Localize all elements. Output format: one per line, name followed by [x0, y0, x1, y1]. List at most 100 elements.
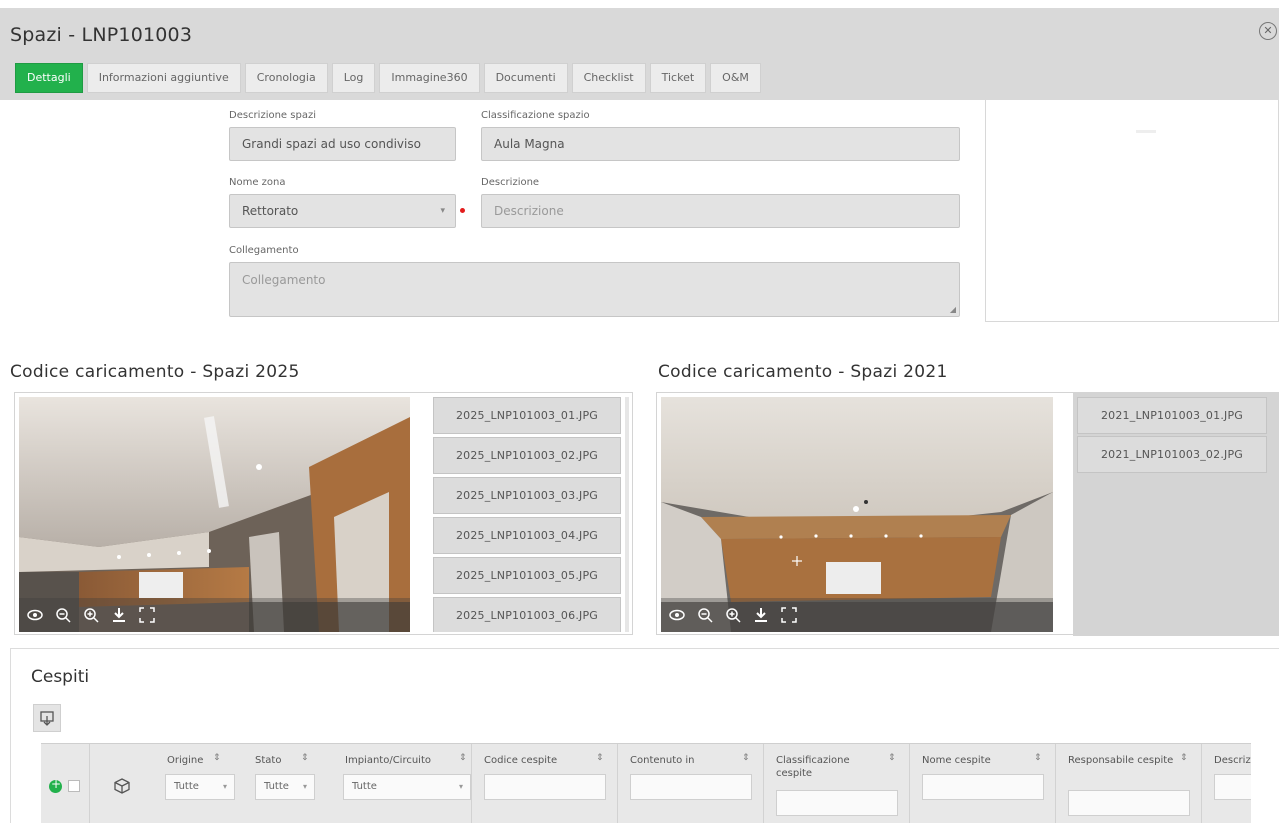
gallery-2025: 2025_LNP101003_01.JPG 2025_LNP101003_02.… — [14, 392, 633, 635]
sort-icon[interactable]: ⇕ — [742, 753, 750, 763]
column-impianto: Impianto/Circuito ⇕ Tutte ▾ — [329, 744, 471, 823]
nome-zona-select[interactable]: Rettorato ▾ — [229, 194, 456, 228]
auditorium-photo-2021 — [661, 397, 1053, 632]
chevron-down-icon: ▾ — [222, 782, 227, 791]
sort-icon[interactable]: ⇕ — [888, 753, 896, 763]
descrizione-spazi-field[interactable]: Grandi spazi ad uso condiviso — [229, 127, 456, 161]
file-item[interactable]: 2025_LNP101003_05.JPG — [433, 557, 621, 594]
cespiti-table-header: Origine ⇕ Tutte▾ Stato ⇕ Tutte▾ Impianto… — [41, 743, 1251, 823]
column-responsabile-cespite: Responsabile cespite ⇕ — [1055, 744, 1201, 823]
file-item[interactable]: 2025_LNP101003_02.JPG — [433, 437, 621, 474]
file-item[interactable]: 2025_LNP101003_04.JPG — [433, 517, 621, 554]
stato-filter[interactable]: Tutte ▾ — [255, 774, 315, 800]
zoom-in-icon[interactable] — [723, 605, 743, 625]
origine-filter[interactable]: Tutte ▾ — [165, 774, 235, 800]
gallery-2025-photo[interactable] — [19, 397, 410, 632]
window-title: Spazi - LNP101003 — [10, 24, 193, 46]
collegamento-placeholder: Collegamento — [242, 273, 326, 287]
zoom-in-icon[interactable] — [81, 605, 101, 625]
select-all-checkbox[interactable] — [68, 780, 80, 792]
tab-documenti[interactable]: Documenti — [483, 63, 568, 93]
tab-checklist[interactable]: Checklist — [571, 63, 646, 93]
impianto-filter[interactable]: Tutte ▾ — [343, 774, 471, 800]
descrizione-filter[interactable] — [1214, 774, 1251, 800]
eye-icon[interactable] — [25, 605, 45, 625]
cespiti-title: Cespiti — [31, 667, 90, 687]
eye-icon[interactable] — [667, 605, 687, 625]
collegamento-label: Collegamento — [229, 245, 299, 256]
file-item[interactable]: 2025_LNP101003_03.JPG — [433, 477, 621, 514]
resize-handle-icon[interactable]: ◢ — [950, 306, 956, 314]
tab-cronologia[interactable]: Cronologia — [244, 63, 328, 93]
image-toolbar-2021 — [661, 598, 1053, 632]
tab-immagine360[interactable]: Immagine360 — [379, 63, 480, 93]
zoom-out-icon[interactable] — [53, 605, 73, 625]
sort-icon[interactable]: ⇕ — [1034, 753, 1042, 763]
column-classificazione-cespite: Classificazione cespite ⇕ — [763, 744, 909, 823]
column-codice-cespite: Codice cespite ⇕ — [471, 744, 617, 823]
export-button[interactable] — [33, 704, 61, 732]
fullscreen-icon[interactable] — [779, 605, 799, 625]
file-item[interactable]: 2025_LNP101003_01.JPG — [433, 397, 621, 434]
column-label: Contenuto in — [630, 755, 695, 766]
plus-icon[interactable] — [49, 777, 62, 793]
file-item[interactable]: 2025_LNP101003_06.JPG — [433, 597, 621, 632]
tab-informazioni-aggiuntive[interactable]: Informazioni aggiuntive — [86, 63, 241, 93]
column-label: Codice cespite — [484, 755, 558, 766]
descrizione-field[interactable]: Descrizione — [481, 194, 960, 228]
column-label: Impianto/Circuito — [345, 755, 431, 766]
cube-icon[interactable] — [114, 778, 130, 794]
column-stato: Stato ⇕ Tutte ▾ — [241, 744, 329, 823]
sort-icon[interactable]: ⇕ — [1180, 753, 1188, 763]
export-icon — [40, 711, 54, 726]
fullscreen-icon[interactable] — [137, 605, 157, 625]
collegamento-textarea[interactable]: Collegamento ◢ — [229, 262, 960, 317]
image-toolbar-2025 — [19, 598, 410, 632]
details-form: Descrizione spazi Grandi spazi ad uso co… — [229, 100, 961, 320]
column-contenuto-in: Contenuto in ⇕ — [617, 744, 763, 823]
required-indicator — [460, 208, 465, 213]
sort-icon[interactable]: ⇕ — [213, 753, 221, 763]
file-item[interactable]: 2021_LNP101003_02.JPG — [1077, 436, 1267, 473]
contenuto-in-filter[interactable] — [630, 774, 752, 800]
window-header: Spazi - LNP101003 ✕ Dettagli Informazion… — [0, 8, 1279, 100]
nome-cespite-filter[interactable] — [922, 774, 1044, 800]
sort-icon[interactable]: ⇕ — [301, 753, 309, 763]
tab-log[interactable]: Log — [331, 63, 376, 93]
download-icon[interactable] — [109, 605, 129, 625]
file-list-scrollbar[interactable] — [625, 397, 629, 632]
tab-om[interactable]: O&M — [710, 63, 761, 93]
sort-icon[interactable]: ⇕ — [459, 753, 467, 763]
file-item[interactable]: 2021_LNP101003_01.JPG — [1077, 397, 1267, 434]
column-label: Classificazione cespite — [776, 755, 850, 779]
tab-bar: Dettagli Informazioni aggiuntive Cronolo… — [15, 63, 761, 93]
sort-icon[interactable]: ⇕ — [596, 753, 604, 763]
download-icon[interactable] — [751, 605, 771, 625]
column-label: Stato — [255, 755, 282, 766]
zoom-out-icon[interactable] — [695, 605, 715, 625]
nome-zona-value: Rettorato — [242, 204, 299, 218]
column-label: Responsabile cespite — [1068, 755, 1174, 766]
classificazione-cespite-filter[interactable] — [776, 790, 898, 816]
descrizione-spazi-label: Descrizione spazi — [229, 110, 316, 121]
column-descrizione: Descrizi — [1201, 744, 1251, 823]
cespiti-panel: Cespiti Origine ⇕ Tutte▾ Stato ⇕ Tutte▾ … — [10, 648, 1279, 823]
gallery-2021-file-list: 2021_LNP101003_01.JPG 2021_LNP101003_02.… — [1073, 393, 1279, 636]
gallery-2021: 2021_LNP101003_01.JPG 2021_LNP101003_02.… — [656, 392, 1279, 636]
responsabile-cespite-filter[interactable] — [1068, 790, 1190, 816]
tab-dettagli[interactable]: Dettagli — [15, 63, 83, 93]
column-model — [89, 744, 153, 823]
column-label: Nome cespite — [922, 755, 991, 766]
codice-cespite-filter[interactable] — [484, 774, 606, 800]
column-label: Origine — [167, 755, 204, 766]
gallery-2021-title: Codice caricamento - Spazi 2021 — [658, 362, 948, 382]
close-icon[interactable]: ✕ — [1259, 22, 1277, 40]
tab-ticket[interactable]: Ticket — [649, 63, 707, 93]
column-nome-cespite: Nome cespite ⇕ — [909, 744, 1055, 823]
side-panel — [985, 100, 1279, 322]
gallery-2021-photo[interactable] — [661, 397, 1053, 632]
classificazione-spazio-field[interactable]: Aula Magna — [481, 127, 960, 161]
chevron-down-icon: ▾ — [302, 782, 307, 791]
chevron-down-icon: ▾ — [440, 206, 445, 216]
chevron-down-icon: ▾ — [458, 782, 463, 791]
